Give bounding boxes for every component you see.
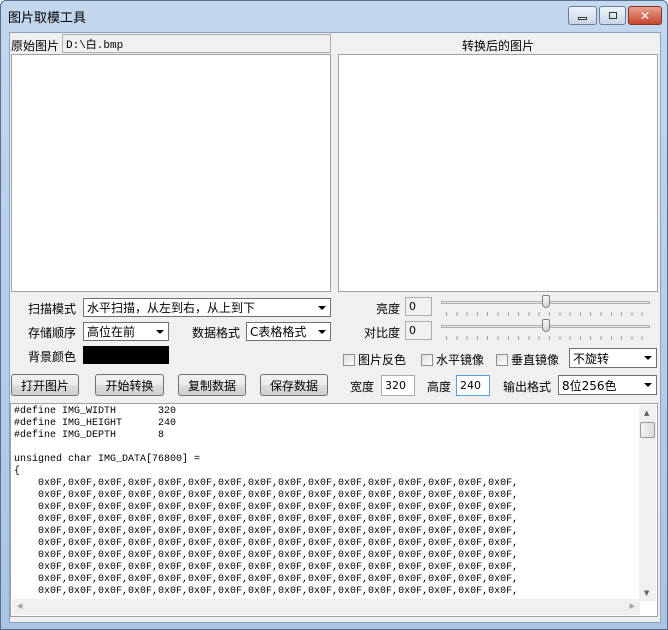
- window-title: 图片取模工具: [8, 11, 87, 26]
- invert-label: 图片反色: [358, 353, 407, 367]
- hmirror-checkbox[interactable]: 水平镜像: [421, 351, 484, 368]
- scan-mode-select[interactable]: 水平扫描，从左到右，从上到下: [83, 298, 331, 317]
- order-value: 高位在前: [87, 325, 136, 339]
- output-format-label: 输出格式: [503, 380, 552, 394]
- code-line: 0x0F,0x0F,0x0F,0x0F,0x0F,0x0F,0x0F,0x0F,…: [14, 478, 519, 489]
- chevron-down-icon: [644, 356, 652, 360]
- code-line: 0x0F,0x0F,0x0F,0x0F,0x0F,0x0F,0x0F,0x0F,…: [14, 574, 519, 585]
- code-line: {: [14, 466, 21, 477]
- code-line: 0x0F,0x0F,0x0F,0x0F,0x0F,0x0F,0x0F,0x0F,…: [14, 490, 519, 501]
- height-label: 高度: [427, 380, 452, 394]
- checkbox-icon: [343, 353, 355, 366]
- save-data-button[interactable]: 保存数据: [260, 374, 328, 396]
- start-convert-button[interactable]: 开始转换: [95, 374, 164, 396]
- invert-checkbox[interactable]: 图片反色: [343, 351, 406, 368]
- code-line: unsigned char IMG_DATA[76800] =: [14, 454, 201, 465]
- data-format-value: C表格格式: [250, 325, 307, 339]
- contrast-ticks: [446, 336, 646, 340]
- chevron-down-icon: [644, 383, 652, 387]
- brightness-ticks: [446, 312, 646, 316]
- code-line: 0x0F,0x0F,0x0F,0x0F,0x0F,0x0F,0x0F,0x0F,…: [14, 550, 519, 561]
- code-line: 0x0F,0x0F,0x0F,0x0F,0x0F,0x0F,0x0F,0x0F,…: [14, 526, 519, 537]
- close-icon: ✕: [639, 8, 651, 23]
- vmirror-label: 垂直镜像: [511, 353, 560, 367]
- maximize-icon: [608, 12, 617, 19]
- width-input[interactable]: 320: [381, 375, 415, 396]
- scroll-up-icon[interactable]: ▲: [644, 409, 649, 417]
- width-label: 宽度: [350, 380, 375, 394]
- scroll-down-icon[interactable]: ▼: [644, 589, 649, 597]
- code-line: 0x0F,0x0F,0x0F,0x0F,0x0F,0x0F,0x0F,0x0F,…: [14, 586, 519, 597]
- scroll-left-icon[interactable]: ◀: [17, 602, 22, 610]
- vertical-scrollbar[interactable]: ▲ ▼: [639, 405, 656, 601]
- contrast-slider-thumb[interactable]: [541, 319, 550, 332]
- scan-mode-label: 扫描模式: [28, 302, 77, 316]
- scroll-thumb[interactable]: [640, 422, 655, 438]
- data-format-select[interactable]: C表格格式: [246, 322, 331, 341]
- scroll-right-icon[interactable]: ▶: [630, 602, 635, 610]
- output-format-value: 8位256色: [562, 378, 617, 393]
- checkbox-icon: [496, 353, 508, 366]
- vmirror-checkbox[interactable]: 垂直镜像: [496, 351, 559, 368]
- rotate-value: 不旋转: [573, 351, 610, 366]
- scan-mode-value: 水平扫描，从左到右，从上到下: [87, 301, 256, 315]
- bg-color-swatch[interactable]: [83, 346, 169, 364]
- maximize-button[interactable]: [599, 6, 626, 25]
- open-image-button[interactable]: 打开图片: [11, 374, 79, 396]
- output-format-select[interactable]: 8位256色: [558, 375, 657, 395]
- output-code-textarea[interactable]: #define IMG_WIDTH 320 #define IMG_HEIGHT …: [10, 403, 658, 617]
- copy-data-button[interactable]: 复制数据: [178, 374, 246, 396]
- chevron-down-icon: [156, 329, 164, 334]
- data-format-label: 数据格式: [192, 326, 241, 340]
- code-line: 0x0F,0x0F,0x0F,0x0F,0x0F,0x0F,0x0F,0x0F,…: [14, 514, 519, 525]
- minimize-icon: [578, 16, 587, 20]
- converted-image-pane: [338, 54, 658, 292]
- code-line: 0x0F,0x0F,0x0F,0x0F,0x0F,0x0F,0x0F,0x0F,…: [14, 502, 519, 513]
- minimize-button[interactable]: [568, 6, 597, 25]
- height-input[interactable]: 240: [456, 375, 490, 396]
- chevron-down-icon: [318, 305, 326, 310]
- contrast-label: 对比度: [364, 326, 401, 340]
- order-select[interactable]: 高位在前: [83, 322, 169, 341]
- source-image-pane: [11, 54, 331, 292]
- code-line: #define IMG_WIDTH 320: [14, 406, 177, 417]
- code-line: 0x0F,0x0F,0x0F,0x0F,0x0F,0x0F,0x0F,0x0F,…: [14, 562, 519, 573]
- close-button[interactable]: ✕: [628, 6, 662, 25]
- contrast-value: 0: [405, 321, 432, 340]
- converted-image-label: 转换后的图片: [462, 39, 535, 53]
- code-line: 0x0F,0x0F,0x0F,0x0F,0x0F,0x0F,0x0F,0x0F,…: [14, 538, 519, 549]
- checkbox-icon: [421, 353, 433, 366]
- brightness-value: 0: [405, 297, 432, 316]
- code-line: #define IMG_DEPTH 8: [14, 430, 165, 441]
- order-label: 存储顺序: [28, 326, 77, 340]
- source-path-field: D:\白.bmp: [62, 34, 331, 53]
- source-image-label: 原始图片: [11, 39, 60, 53]
- code-text: #define IMG_WIDTH 320 #define IMG_HEIGHT …: [14, 406, 518, 598]
- brightness-label: 亮度: [376, 302, 401, 316]
- chevron-down-icon: [318, 329, 326, 334]
- brightness-slider-thumb[interactable]: [541, 295, 550, 308]
- code-line: #define IMG_HEIGHT 240: [14, 418, 177, 429]
- horizontal-scrollbar[interactable]: ◀ ▶: [12, 599, 640, 615]
- hmirror-label: 水平镜像: [436, 353, 485, 367]
- rotate-select[interactable]: 不旋转: [569, 348, 657, 368]
- bg-color-label: 背景颜色: [28, 350, 77, 364]
